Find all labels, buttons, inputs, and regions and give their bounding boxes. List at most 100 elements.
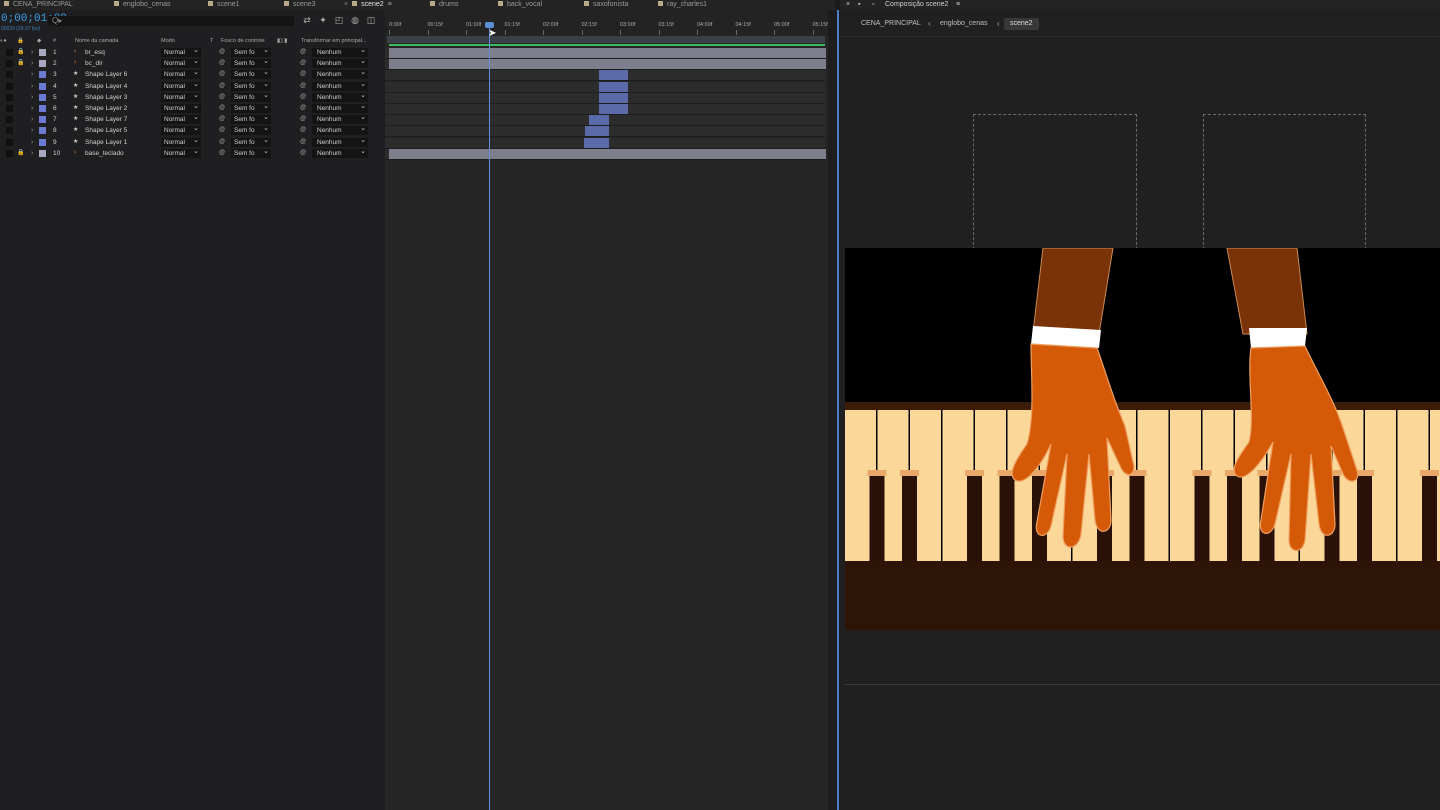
parent-select[interactable]: Nenhum — [312, 124, 368, 136]
chevron-right-icon[interactable]: › — [31, 103, 33, 114]
track-matte-select[interactable]: Sem fo — [231, 80, 271, 91]
visibility-toggle[interactable] — [6, 71, 13, 79]
visibility-toggle[interactable] — [6, 93, 13, 101]
tab-scene1[interactable]: scene1 — [208, 0, 240, 10]
parent-select[interactable]: Nenhum — [312, 113, 368, 125]
layer-duration-bar[interactable] — [389, 59, 826, 70]
tab-scene2[interactable]: × scene2 ≡ — [344, 0, 392, 11]
parent-select[interactable]: Nenhum — [312, 91, 368, 102]
blend-mode-select[interactable]: Normal — [161, 91, 201, 102]
lock-icon[interactable]: 🔒 — [17, 47, 24, 58]
layer-duration-bar[interactable] — [599, 81, 628, 92]
label-color-swatch[interactable] — [39, 93, 46, 101]
work-area-bar[interactable] — [389, 44, 825, 46]
parent-select[interactable]: Nenhum — [312, 46, 368, 57]
label-color-swatch[interactable] — [39, 82, 46, 90]
parent-select[interactable]: Nenhum — [312, 80, 368, 91]
switches-icon[interactable]: ◧◨ — [277, 38, 287, 44]
blend-mode-select[interactable]: Normal — [161, 113, 201, 125]
visibility-toggle[interactable] — [6, 105, 13, 112]
blend-mode-select[interactable]: Normal — [161, 68, 201, 80]
spiral-icon[interactable]: @ — [300, 103, 306, 114]
composition-tab[interactable]: × ▪ ▫ Composição scene2 ≡ — [840, 0, 1440, 10]
spiral-icon[interactable]: @ — [219, 125, 225, 136]
blend-mode-select[interactable]: Normal — [161, 57, 201, 69]
spiral-icon[interactable]: @ — [219, 81, 225, 92]
layer-name[interactable]: Shape Layer 6 — [85, 69, 127, 80]
layer-duration-bar[interactable] — [599, 104, 628, 114]
blend-mode-select[interactable]: Normal — [161, 46, 201, 57]
comp-lock-icon[interactable]: ▪ — [858, 0, 860, 9]
chevron-right-icon[interactable]: › — [31, 92, 33, 103]
label-color-swatch[interactable] — [39, 127, 46, 135]
parent-select[interactable]: Nenhum — [312, 102, 368, 113]
tab-englobo-cenas[interactable]: englobo_cenas — [114, 0, 171, 10]
time-ruler[interactable]: 0:00f 00:15f 01:00f 01:15f 02:00f 02:15f 03:00… — [385, 10, 828, 36]
visibility-toggle[interactable] — [6, 60, 13, 68]
track-row[interactable] — [385, 92, 825, 104]
comp-mini-flowchart-icon[interactable]: ⇄ — [302, 15, 312, 25]
lock-icon[interactable]: 🔒 — [17, 148, 24, 159]
parent-select[interactable]: Nenhum — [312, 136, 368, 147]
layer-duration-bar[interactable] — [585, 126, 610, 137]
panel-menu-icon[interactable]: ≡ — [388, 1, 392, 8]
layer-name[interactable]: bc_dir — [85, 58, 103, 69]
shy-layers-icon[interactable]: ◰ — [334, 15, 344, 25]
chevron-right-icon[interactable]: › — [31, 114, 33, 125]
visibility-toggle[interactable] — [6, 116, 13, 124]
spiral-icon[interactable]: @ — [219, 92, 225, 103]
label-color-swatch[interactable] — [39, 49, 46, 56]
blend-mode-select[interactable]: Normal — [161, 147, 201, 158]
close-icon[interactable]: × — [846, 0, 850, 9]
tab-scene3[interactable]: scene3 — [284, 0, 316, 10]
label-color-swatch[interactable] — [39, 105, 46, 112]
layer-duration-bar[interactable] — [599, 70, 628, 81]
tab-drums[interactable]: drums — [430, 0, 458, 10]
playhead[interactable] — [489, 22, 491, 810]
spiral-icon[interactable]: @ — [219, 69, 225, 80]
spiral-icon[interactable]: @ — [219, 58, 225, 69]
layer-duration-bar[interactable] — [389, 48, 826, 58]
track-row[interactable] — [385, 115, 825, 127]
spiral-icon[interactable]: @ — [300, 81, 306, 92]
timeline-scrollbar[interactable] — [828, 36, 836, 810]
layer-name[interactable]: Shape Layer 1 — [85, 137, 127, 148]
layer-name[interactable]: base_teclado — [85, 148, 124, 159]
spiral-icon[interactable]: @ — [300, 69, 306, 80]
frame-blending-icon[interactable]: ◍ — [350, 15, 360, 25]
tab-cena-principal[interactable]: CENA_PRINCIPAL — [4, 0, 73, 10]
layer-name-column-header[interactable]: Nome da camada — [75, 38, 118, 44]
chevron-right-icon[interactable]: › — [31, 137, 33, 148]
timeline-panel[interactable]: 0:00f 00:15f 01:00f 01:15f 02:00f 02:15f 03:00… — [385, 10, 828, 810]
chevron-right-icon[interactable]: › — [31, 81, 33, 92]
layer-name[interactable]: Shape Layer 3 — [85, 92, 127, 103]
label-color-swatch[interactable] — [39, 116, 46, 124]
track-matte-select[interactable]: Sem fo — [231, 91, 271, 102]
layer-row[interactable]: 🔒 › 10 ♀ base_teclado Normal @ Sem fo @ Nenhum — [0, 147, 385, 159]
parent-select[interactable]: Nenhum — [312, 57, 368, 69]
panel-menu-icon[interactable]: ≡ — [956, 0, 960, 9]
track-row[interactable] — [385, 59, 826, 71]
visibility-toggle[interactable] — [6, 149, 13, 157]
layer-name[interactable]: Shape Layer 7 — [85, 114, 127, 125]
blend-mode-select[interactable]: Normal — [161, 124, 201, 136]
visibility-toggle[interactable] — [6, 138, 13, 146]
chevron-right-icon[interactable]: › — [31, 47, 33, 58]
spiral-icon[interactable]: @ — [300, 47, 306, 58]
visibility-toggle[interactable] — [6, 49, 13, 56]
track-row[interactable] — [385, 126, 825, 138]
track-matte-select[interactable]: Sem fo — [231, 57, 271, 69]
spiral-icon[interactable]: @ — [300, 58, 306, 69]
composition-canvas[interactable] — [845, 248, 1440, 630]
breadcrumb-item-englobo-cenas[interactable]: englobo_cenas — [940, 18, 988, 30]
spiral-icon[interactable]: @ — [219, 137, 225, 148]
layer-name[interactable]: br_esq — [85, 47, 105, 58]
track-matte-select[interactable]: Sem fo — [231, 147, 271, 158]
track-row[interactable] — [385, 48, 826, 59]
track-matte-select[interactable]: Sem fo — [231, 68, 271, 80]
track-matte-select[interactable]: Sem fo — [231, 124, 271, 136]
spiral-icon[interactable]: @ — [219, 47, 225, 58]
blend-mode-select[interactable]: Normal — [161, 136, 201, 147]
tab-saxofonista[interactable]: saxofonista — [584, 0, 628, 10]
track-row[interactable] — [385, 137, 825, 149]
